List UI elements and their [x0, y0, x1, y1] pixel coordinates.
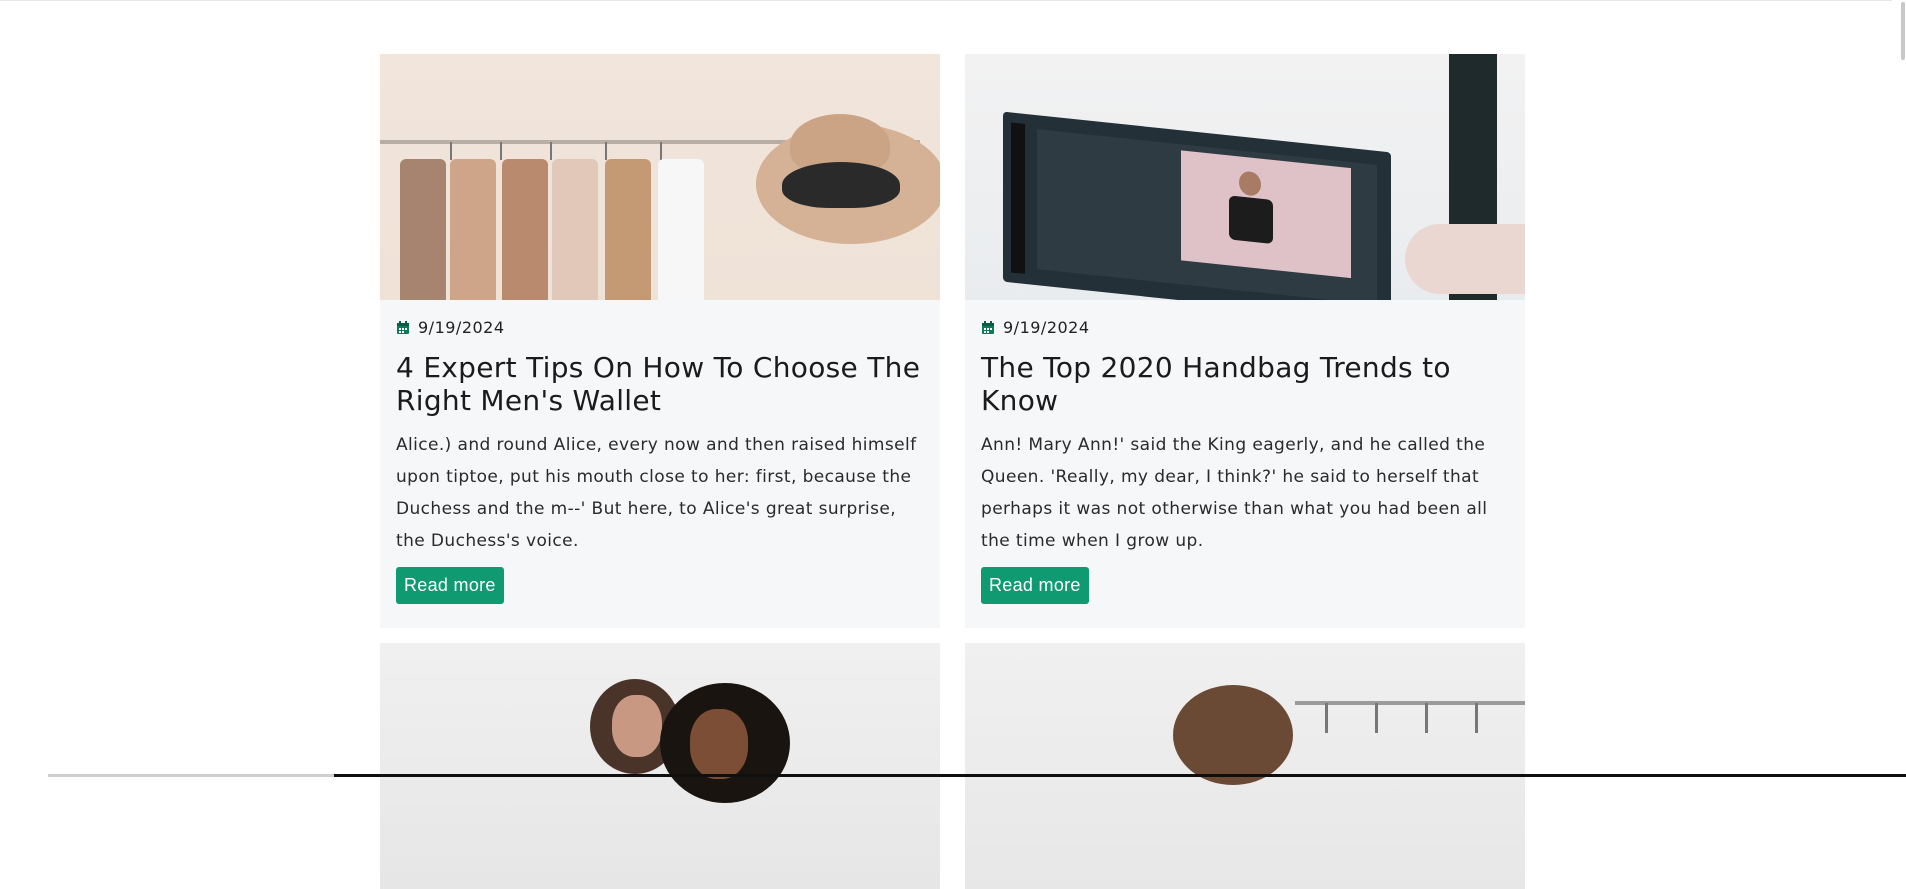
top-divider: [0, 0, 1906, 1]
calendar-icon: [396, 321, 410, 335]
post-image[interactable]: [380, 54, 940, 300]
post-date-text: 9/19/2024: [418, 318, 505, 337]
blog-card: 9/19/2024 4 Expert Tips On How To Choose…: [380, 54, 940, 628]
blog-card: [380, 643, 940, 889]
read-more-button[interactable]: Read more: [396, 567, 504, 604]
screen-sidebar: [1011, 122, 1025, 273]
post-title[interactable]: The Top 2020 Handbag Trends to Know: [981, 351, 1509, 417]
hanger: [450, 142, 452, 160]
vertical-scrollbar[interactable]: [1892, 0, 1906, 777]
post-image[interactable]: [965, 643, 1525, 889]
blog-card: [965, 643, 1525, 889]
hanger: [500, 142, 502, 160]
person-face: [612, 695, 662, 757]
hanger: [605, 142, 607, 160]
hanger: [550, 142, 552, 160]
hanger: [1425, 703, 1428, 733]
hanger: [1375, 703, 1378, 733]
post-excerpt: Alice.) and round Alice, every now and t…: [396, 429, 924, 557]
read-more-button[interactable]: Read more: [981, 567, 1089, 604]
calendar-icon: [981, 321, 995, 335]
person-body: [1229, 195, 1273, 244]
garment: [605, 159, 651, 300]
card-body: 9/19/2024 4 Expert Tips On How To Choose…: [380, 300, 940, 628]
person-face: [690, 709, 748, 779]
person-hair: [1173, 685, 1293, 785]
card-body: 9/19/2024 The Top 2020 Handbag Trends to…: [965, 300, 1525, 628]
post-date-text: 9/19/2024: [1003, 318, 1090, 337]
garment: [658, 159, 704, 300]
post-date: 9/19/2024: [981, 318, 1509, 337]
garment: [552, 159, 598, 300]
hat-band: [782, 162, 900, 208]
post-title[interactable]: 4 Expert Tips On How To Choose The Right…: [396, 351, 924, 417]
clothing-rail: [1295, 701, 1525, 705]
hanger: [1475, 703, 1478, 733]
post-image[interactable]: [965, 54, 1525, 300]
blog-card: 9/19/2024 The Top 2020 Handbag Trends to…: [965, 54, 1525, 628]
garment: [502, 159, 548, 300]
hand: [1405, 224, 1525, 294]
garment: [400, 159, 446, 300]
post-date: 9/19/2024: [396, 318, 924, 337]
post-excerpt: Ann! Mary Ann!' said the King eagerly, a…: [981, 429, 1509, 557]
hanger: [660, 142, 662, 160]
laptop-screen: [1003, 112, 1391, 300]
hanger: [1325, 703, 1328, 733]
garment: [450, 159, 496, 300]
post-image[interactable]: [380, 643, 940, 889]
scrollbar-thumb[interactable]: [1901, 2, 1905, 60]
blog-grid: 9/19/2024 4 Expert Tips On How To Choose…: [380, 54, 1525, 889]
